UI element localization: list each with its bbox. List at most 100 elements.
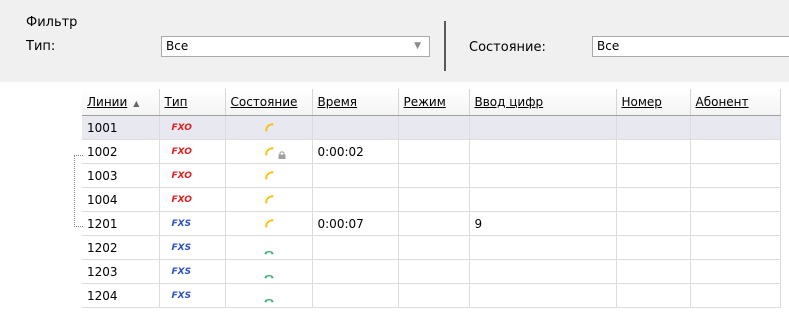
mode-cell bbox=[398, 235, 470, 260]
mode-cell bbox=[398, 115, 470, 140]
state-cell bbox=[225, 259, 313, 284]
state-select-value: Все bbox=[597, 39, 620, 53]
subscriber-cell bbox=[690, 115, 781, 140]
number-cell bbox=[616, 259, 691, 284]
type-cell: FXS bbox=[159, 211, 226, 236]
subscriber-cell bbox=[690, 235, 781, 260]
type-cell: FXO bbox=[159, 139, 226, 164]
time-cell bbox=[312, 163, 399, 188]
col-number-header[interactable]: Номер bbox=[616, 89, 691, 116]
lock-icon bbox=[278, 148, 286, 159]
time-cell bbox=[312, 187, 399, 212]
time-cell: 0:00:02 bbox=[312, 139, 399, 164]
col-subscriber-header[interactable]: Абонент bbox=[690, 89, 781, 116]
time-cell bbox=[312, 115, 399, 140]
subscriber-cell bbox=[690, 211, 781, 236]
col-type-header[interactable]: Тип bbox=[159, 89, 226, 116]
filter-panel: Фильтр Тип: Все ▼ Состояние: Все bbox=[0, 0, 789, 82]
lines-cell: 1201 bbox=[82, 211, 160, 236]
phone-green-icon bbox=[264, 244, 274, 255]
digits-cell bbox=[469, 139, 617, 164]
mode-cell bbox=[398, 259, 470, 284]
number-cell bbox=[616, 235, 691, 260]
table-row[interactable]: 1203 FXS bbox=[82, 259, 781, 284]
number-cell bbox=[616, 283, 691, 308]
table-row[interactable]: 1001 FXO bbox=[82, 115, 781, 140]
digits-cell: 9 bbox=[469, 211, 617, 236]
type-select[interactable]: Все ▼ bbox=[161, 36, 430, 57]
state-select[interactable]: Все bbox=[592, 36, 789, 57]
digits-cell bbox=[469, 163, 617, 188]
column-header-label: Время bbox=[317, 95, 358, 109]
lines-cell: 1202 bbox=[82, 235, 160, 260]
column-header-label: Ввод цифр bbox=[474, 95, 544, 109]
phone-green-icon bbox=[264, 292, 274, 303]
column-header-label: Режим bbox=[403, 95, 446, 109]
subscriber-cell bbox=[690, 259, 781, 284]
mode-cell bbox=[398, 139, 470, 164]
column-header-label: Абонент bbox=[695, 95, 749, 109]
column-header-label: Номер bbox=[621, 95, 662, 109]
filter-title: Фильтр bbox=[26, 15, 78, 30]
digits-cell bbox=[469, 259, 617, 284]
digits-cell bbox=[469, 115, 617, 140]
lines-cell: 1001 bbox=[82, 115, 160, 140]
state-cell bbox=[225, 211, 313, 236]
type-select-value: Все bbox=[166, 39, 189, 53]
type-cell: FXS bbox=[159, 259, 226, 284]
lines-cell: 1002 bbox=[82, 139, 160, 164]
table-row[interactable]: 1204 FXS bbox=[82, 283, 781, 308]
subscriber-cell bbox=[690, 163, 781, 188]
table-row[interactable]: 1202 FXS bbox=[82, 235, 781, 260]
col-state-header[interactable]: Состояние bbox=[225, 89, 313, 116]
phone-yellow-icon bbox=[264, 193, 274, 204]
mode-cell bbox=[398, 211, 470, 236]
number-cell bbox=[616, 115, 691, 140]
type-cell: FXO bbox=[159, 187, 226, 212]
table-row[interactable]: 1002 FXO 0:00:02 bbox=[82, 139, 781, 164]
dropdown-arrow-icon[interactable]: ▼ bbox=[414, 41, 421, 51]
table-row[interactable]: 1201 FXS 0:00:07 9 bbox=[82, 211, 781, 236]
state-cell bbox=[225, 139, 313, 164]
digits-cell bbox=[469, 235, 617, 260]
column-header-label: Тип bbox=[164, 95, 188, 109]
number-cell bbox=[616, 139, 691, 164]
subscriber-cell bbox=[690, 139, 781, 164]
type-cell: FXS bbox=[159, 235, 226, 260]
phone-yellow-icon bbox=[264, 121, 274, 132]
sort-ascending-icon: ▲ bbox=[133, 99, 140, 108]
time-cell: 0:00:07 bbox=[312, 211, 399, 236]
lines-table: Линии ▲ Тип Состояние Время Режим Ввод цифр Ном… bbox=[82, 89, 781, 308]
col-digits-header[interactable]: Ввод цифр bbox=[469, 89, 617, 116]
state-cell bbox=[225, 235, 313, 260]
lines-cell: 1003 bbox=[82, 163, 160, 188]
digits-cell bbox=[469, 283, 617, 308]
number-cell bbox=[616, 163, 691, 188]
lines-cell: 1203 bbox=[82, 259, 160, 284]
phone-yellow-icon bbox=[264, 169, 274, 180]
col-lines-header[interactable]: Линии ▲ bbox=[82, 89, 160, 116]
col-time-header[interactable]: Время bbox=[312, 89, 399, 116]
time-cell bbox=[312, 283, 399, 308]
digits-cell bbox=[469, 187, 617, 212]
state-cell bbox=[225, 115, 313, 140]
type-cell: FXO bbox=[159, 115, 226, 140]
phone-yellow-icon bbox=[264, 217, 274, 228]
state-cell bbox=[225, 163, 313, 188]
subscriber-cell bbox=[690, 283, 781, 308]
col-mode-header[interactable]: Режим bbox=[398, 89, 470, 116]
phone-green-icon bbox=[264, 268, 274, 279]
type-label: Тип: bbox=[26, 39, 56, 54]
table-row[interactable]: 1003 FXO bbox=[82, 163, 781, 188]
lines-cell: 1204 bbox=[82, 283, 160, 308]
subscriber-cell bbox=[690, 187, 781, 212]
column-header-label: Линии bbox=[87, 95, 128, 109]
table-row[interactable]: 1004 FXO bbox=[82, 187, 781, 212]
column-header-label: Состояние bbox=[230, 95, 298, 109]
type-cell: FXS bbox=[159, 283, 226, 308]
state-cell bbox=[225, 187, 313, 212]
time-cell bbox=[312, 235, 399, 260]
type-cell: FXO bbox=[159, 163, 226, 188]
mode-cell bbox=[398, 187, 470, 212]
number-cell bbox=[616, 187, 691, 212]
